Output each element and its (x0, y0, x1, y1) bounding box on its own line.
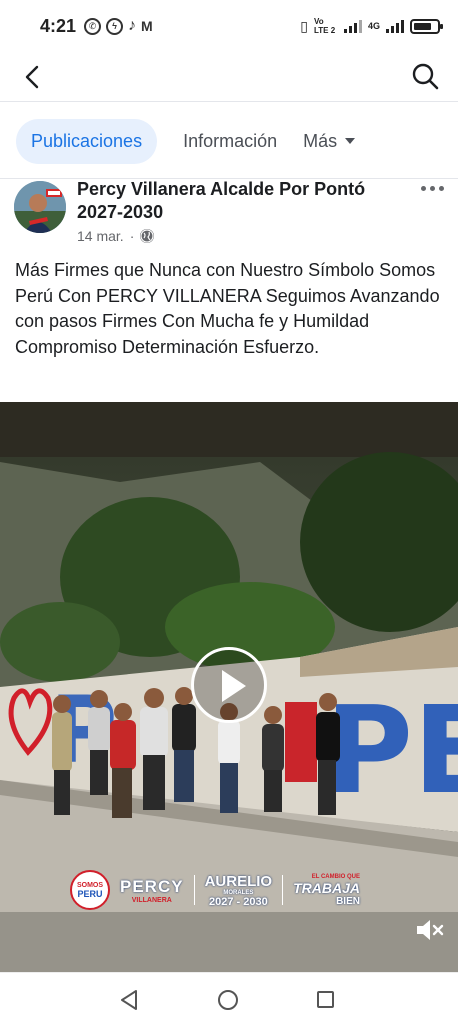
play-icon[interactable] (191, 647, 267, 723)
aurelio-logo: AURELIO MORALES 2027 - 2030 (205, 873, 273, 908)
square-recent-icon[interactable] (317, 991, 334, 1008)
signal-type-label: 4G (367, 21, 380, 31)
tab-informacion[interactable]: Información (183, 131, 277, 152)
caret-down-icon (345, 138, 356, 144)
profile-tabs: Publicaciones Información Más (0, 116, 458, 166)
logo-candidate-2: AURELIO (204, 872, 273, 890)
volte-label: Vo LTE 2 (313, 17, 336, 35)
tab-mas[interactable]: Más (303, 130, 356, 152)
vibrate-icon: ▯ (300, 17, 308, 34)
circle-home-icon[interactable] (218, 990, 238, 1010)
gmail-icon: M (141, 18, 153, 34)
post-meta: 14 mar. · (77, 228, 155, 244)
whatsapp-icon: ✆ (84, 17, 102, 35)
volume-muted-icon[interactable] (414, 916, 446, 944)
post-date[interactable]: 14 mar. (77, 228, 124, 244)
avatar[interactable] (14, 181, 66, 233)
logo-years: 2027 - 2030 (208, 895, 268, 908)
logo-slogan-mid: TRABAJA (293, 879, 360, 896)
globe-icon (140, 229, 155, 243)
system-nav-bar (0, 972, 458, 1024)
more-options-icon[interactable] (421, 186, 444, 191)
somos-peru-logo: SOMOS PERU (70, 870, 110, 910)
arrow-left-icon[interactable] (18, 62, 48, 92)
tiktok-icon: ♪ (128, 17, 137, 34)
signal-1-icon (343, 19, 362, 33)
messenger-icon: ϟ (106, 17, 124, 35)
triangle-back-icon[interactable] (119, 989, 139, 1016)
svg-text:PE: PE (325, 682, 458, 821)
logo-divider (193, 875, 195, 905)
logo-party-bottom: PERU (77, 888, 103, 899)
logo-divider (282, 875, 284, 905)
logo-candidate-1-sub: VILLANERA (131, 896, 172, 904)
post-caption: Más Firmes que Nunca con Nuestro Símbolo… (15, 260, 440, 357)
signal-2-icon (386, 19, 404, 33)
top-nav (0, 52, 458, 102)
tab-publicaciones[interactable]: Publicaciones (16, 118, 158, 164)
logo-party-top: SOMOS (76, 881, 104, 889)
logo-slogan-bottom: BIEN (336, 895, 360, 907)
search-icon[interactable] (410, 61, 440, 91)
status-time: 4:21 (40, 15, 77, 36)
status-bar: 4:21 ✆ ϟ ♪ M ▯ Vo LTE 2 4G (0, 0, 458, 52)
tab-label: Publicaciones (31, 130, 143, 151)
tab-label: Más (303, 130, 338, 151)
notification-icons: ✆ ϟ ♪ M (84, 17, 153, 35)
meta-separator: · (129, 228, 135, 244)
tab-label: Información (183, 130, 278, 151)
status-right: ▯ Vo LTE 2 4G (300, 17, 443, 35)
battery-level (414, 22, 431, 30)
post-author[interactable]: Percy Villanera Alcalde Por Pontó 2027-2… (77, 178, 377, 224)
slogan-logo: EL CAMBIO QUE TRABAJA BIEN (293, 874, 360, 907)
battery-icon (410, 18, 443, 34)
percy-logo: PERCY VILLANERA (120, 877, 184, 904)
post-header: Percy Villanera Alcalde Por Pontó 2027-2… (0, 178, 458, 250)
logo-candidate-1: PERCY (120, 876, 184, 896)
app-screen: 4:21 ✆ ϟ ♪ M ▯ Vo LTE 2 4G Publicaciones… (0, 0, 458, 1024)
campaign-logos: SOMOS PERU PERCY VILLANERA AURELIO MORAL… (70, 868, 410, 912)
